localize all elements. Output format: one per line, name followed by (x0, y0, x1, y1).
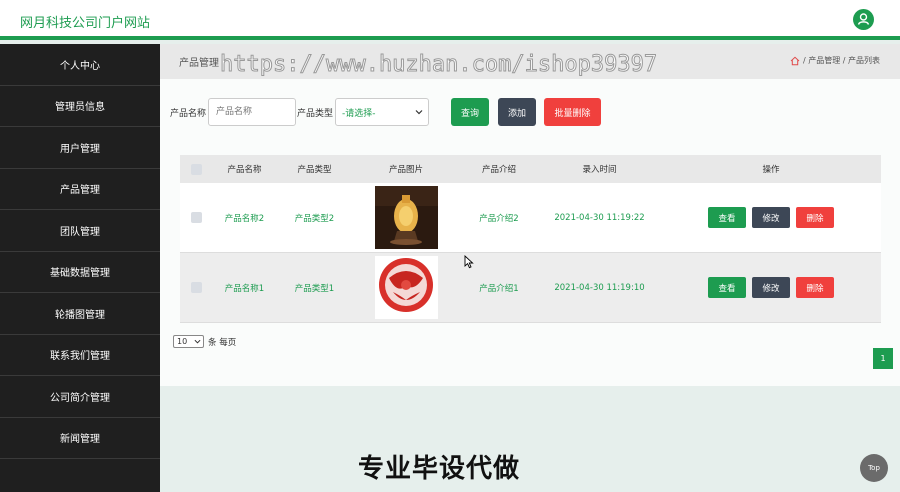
product-type-cell: 产品类型1 (294, 283, 335, 294)
search-bar: 产品名称 产品类型 -请选择- 查询 添加 批量删除 (170, 98, 602, 126)
product-intro-cell: 产品介绍2 (479, 213, 519, 224)
pagination-page-1[interactable]: 1 (873, 348, 893, 369)
paper-cut-image (374, 256, 438, 319)
column-header-image: 产品图片 (388, 165, 423, 175)
edit-button[interactable]: 修改 (752, 207, 790, 228)
table-row: 产品名称1 产品类型1 产品介绍1 2021-04-30 11:19:10 查看… (180, 253, 881, 323)
breadcrumb-path[interactable]: / 产品管理 / 产品列表 (803, 55, 880, 66)
sidebar-item-base-data[interactable]: 基础数据管理 (0, 252, 160, 293)
sidebar-item-carousel[interactable]: 轮播图管理 (0, 293, 160, 335)
table-row: 产品名称2 产品类型2 产品介绍2 2021-04-30 11:19:22 查看… (180, 183, 881, 253)
breadcrumb: / 产品管理 / 产品列表 (790, 55, 880, 66)
watermark-text: https://www.huzhan.com/ishop39397 (219, 52, 658, 78)
select-all-checkbox[interactable] (190, 163, 202, 175)
breadcrumb-bar: 产品管理 https://www.huzhan.com/ishop39397 /… (160, 44, 900, 79)
mouse-cursor-icon (464, 255, 474, 269)
add-button[interactable]: 添加 (498, 98, 537, 126)
product-type-cell: 产品类型2 (294, 213, 335, 224)
query-button[interactable]: 查询 (451, 98, 490, 126)
column-header-intro: 产品介绍 (481, 165, 516, 175)
page-size-control: 10 条 每页 (173, 335, 236, 348)
type-filter-label: 产品类型 (297, 108, 334, 119)
delete-button[interactable]: 删除 (796, 277, 834, 298)
column-header-time: 录入时间 (582, 165, 617, 175)
product-intro-cell: 产品介绍1 (479, 283, 519, 294)
edit-button[interactable]: 修改 (752, 277, 790, 298)
sidebar-item-contact[interactable]: 联系我们管理 (0, 335, 160, 376)
product-name-cell: 产品名称2 (224, 213, 265, 224)
name-filter-label: 产品名称 (170, 108, 207, 119)
created-time-cell: 2021-04-30 11:19:10 (554, 282, 645, 293)
promo-text: 专业毕设代做 (358, 454, 521, 484)
sidebar: 个人中心 管理员信息 用户管理 产品管理 团队管理 基础数据管理 轮播图管理 联… (0, 44, 160, 492)
delete-button[interactable]: 删除 (796, 207, 834, 228)
page-size-label: 条 每页 (208, 337, 237, 348)
sidebar-item-company-intro[interactable]: 公司简介管理 (0, 376, 160, 418)
table-header: 产品名称 产品类型 产品图片 产品介绍 录入时间 操作 (180, 155, 881, 183)
site-title: 网月科技公司门户网站 (20, 16, 151, 31)
batch-delete-button[interactable]: 批量删除 (544, 98, 602, 126)
chevron-down-icon (194, 339, 201, 344)
sidebar-item-admin-info[interactable]: 管理员信息 (0, 86, 160, 127)
product-name-input[interactable] (208, 98, 297, 126)
sidebar-item-users[interactable]: 用户管理 (0, 127, 160, 169)
vase-image (374, 186, 438, 249)
page-size-value: 10 (177, 337, 188, 346)
product-type-selected: -请选择- (342, 108, 376, 119)
column-header-name: 产品名称 (227, 165, 262, 175)
sidebar-item-products[interactable]: 产品管理 (0, 169, 160, 210)
top-header: 网月科技公司门户网站 (0, 0, 900, 40)
home-icon[interactable] (790, 56, 800, 66)
sidebar-item-news[interactable]: 新闻管理 (0, 418, 160, 459)
row-checkbox[interactable] (190, 282, 202, 293)
created-time-cell: 2021-04-30 11:19:22 (554, 212, 645, 223)
main-area: 产品管理 https://www.huzhan.com/ishop39397 /… (160, 44, 900, 492)
page-title: 产品管理 (179, 58, 219, 69)
sidebar-item-personal-center[interactable]: 个人中心 (0, 44, 160, 86)
product-table: 产品名称 产品类型 产品图片 产品介绍 录入时间 操作 产品名称2 产品类型2 (180, 155, 881, 323)
view-button[interactable]: 查看 (708, 207, 746, 228)
column-header-actions: 操作 (762, 165, 780, 175)
column-header-type: 产品类型 (297, 165, 332, 175)
content-panel: 产品管理 https://www.huzhan.com/ishop39397 /… (160, 44, 900, 386)
sidebar-item-team[interactable]: 团队管理 (0, 210, 160, 252)
chevron-down-icon (415, 110, 423, 115)
view-button[interactable]: 查看 (708, 277, 746, 298)
row-checkbox[interactable] (190, 212, 202, 223)
back-to-top-button[interactable]: Top (860, 454, 888, 482)
product-name-cell: 产品名称1 (224, 283, 265, 294)
page-size-select[interactable]: 10 (173, 335, 204, 348)
user-icon[interactable] (853, 9, 874, 30)
product-type-select[interactable]: -请选择- (335, 98, 430, 126)
